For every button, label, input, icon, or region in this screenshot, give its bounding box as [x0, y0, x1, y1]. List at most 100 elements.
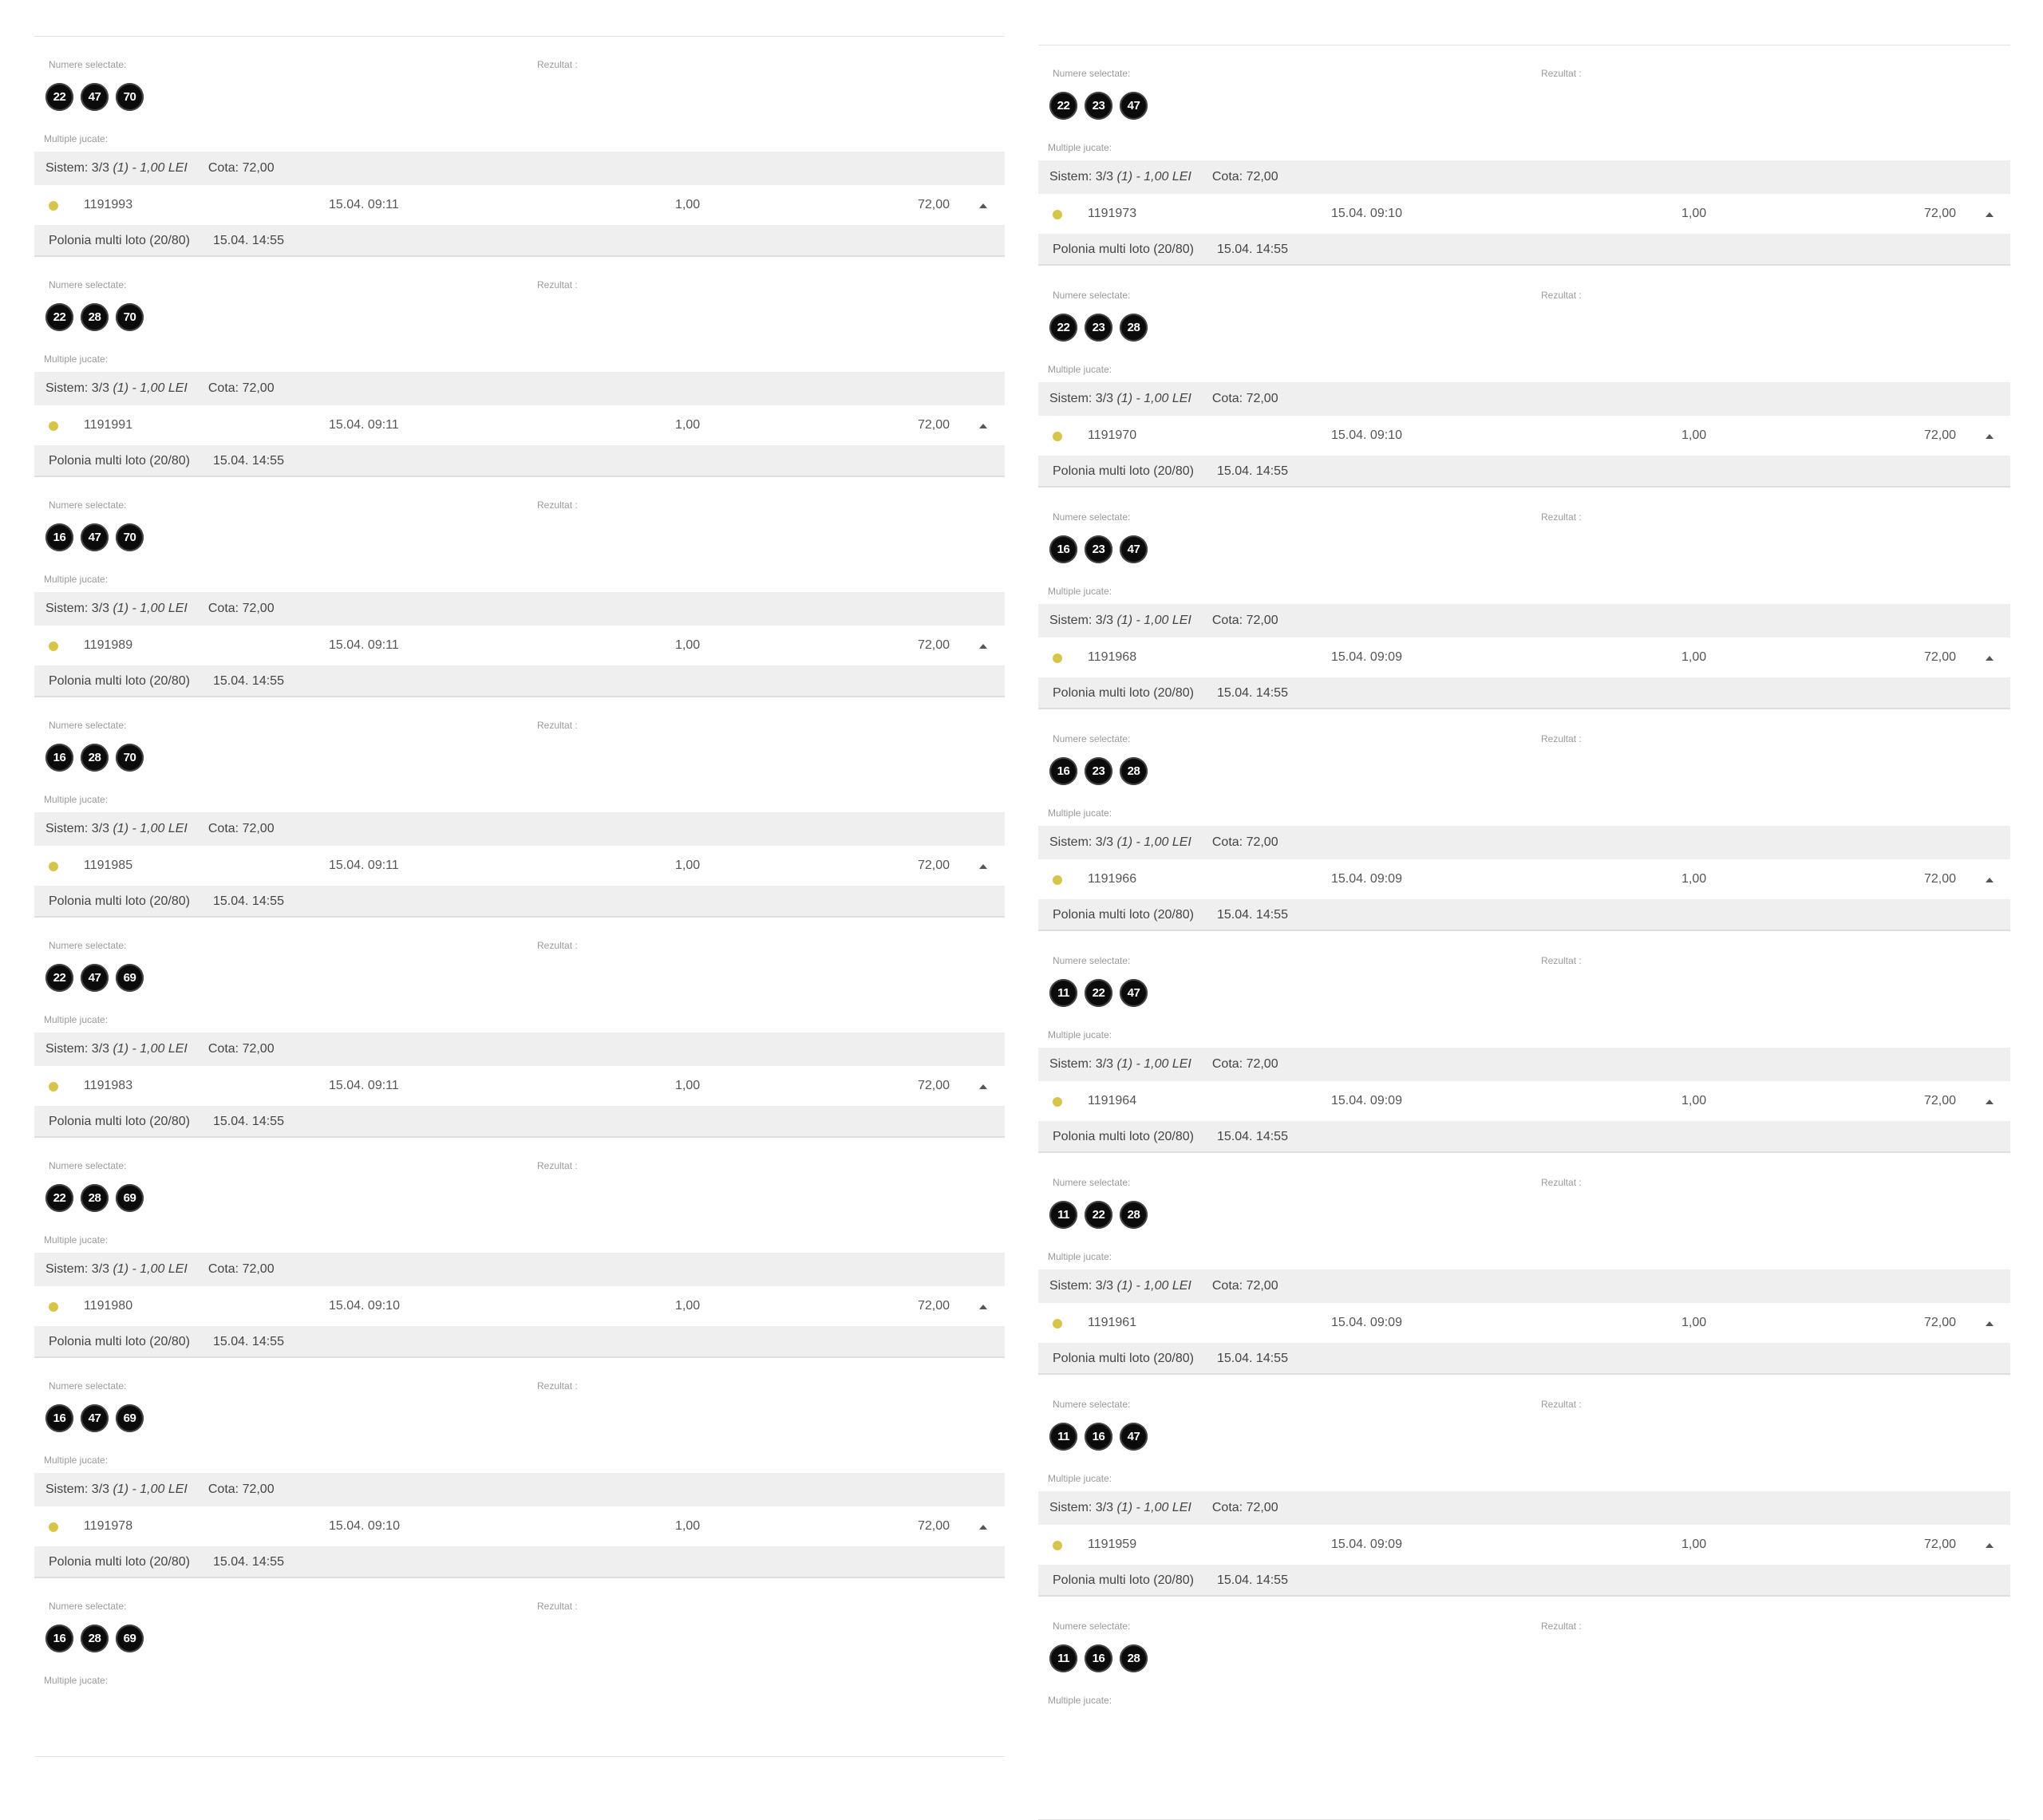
ticket-stake: 1,00: [675, 859, 701, 872]
game-date: 15.04. 14:55: [1217, 908, 1288, 922]
selected-numbers: 22 28 70: [45, 303, 144, 331]
ticket-info-row[interactable]: 1191973 15.04. 09:10 1,00 72,00: [1038, 195, 2010, 232]
selected-numbers: 22 28 69: [45, 1184, 144, 1212]
status-dot-icon: [1053, 210, 1062, 219]
system-info: Sistem: 3/3 (1) - 1,00 LEI: [1049, 1501, 1191, 1515]
collapse-arrow-icon[interactable]: [1986, 212, 1994, 217]
ticket-info-row[interactable]: 1191964 15.04. 09:09 1,00 72,00: [1038, 1083, 2010, 1119]
ticket-stake: 1,00: [1681, 1094, 1707, 1107]
cota-value: Cota: 72,00: [207, 381, 275, 395]
ticket-odds: 72,00: [1924, 1538, 1957, 1551]
selected-numbers-label: Numere selectate:: [1053, 733, 1131, 744]
collapse-arrow-icon[interactable]: [1986, 878, 1994, 882]
game-name: Polonia multi loto (20/80): [1053, 1573, 1194, 1587]
ticket-list: Numere selectate: Rezultat : 22 23 47 Mu…: [1038, 45, 2010, 1820]
system-type: Sistem: 3/3: [1049, 1501, 1114, 1514]
number-ball: 16: [1049, 535, 1077, 563]
ticket-stake: 1,00: [1681, 872, 1707, 886]
ticket-card: Numere selectate: Rezultat : 22 47 70 Mu…: [34, 37, 1005, 257]
number-ball: 70: [116, 83, 144, 111]
game-name: Polonia multi loto (20/80): [1053, 908, 1194, 922]
multiples-label: Multiple jucate:: [1048, 1473, 1112, 1484]
status-dot-icon: [49, 1522, 58, 1532]
ticket-info-row[interactable]: 1191968 15.04. 09:09 1,00 72,00: [1038, 639, 2010, 676]
selected-numbers: 22 23 47: [1049, 92, 1148, 120]
system-count: (1): [113, 161, 129, 175]
ticket-info-row[interactable]: 1191978 15.04. 09:10 1,00 72,00: [34, 1508, 1005, 1545]
number-ball: 16: [45, 523, 73, 551]
ticket-odds: 72,00: [918, 1079, 950, 1092]
cota-value: Cota: 72,00: [207, 822, 275, 835]
game-bar: Polonia multi loto (20/80) 15.04. 14:55: [34, 1326, 1005, 1358]
number-ball: 69: [116, 964, 144, 992]
status-dot-icon: [49, 201, 58, 211]
ticket-card: Numere selectate: Rezultat : 16 47 69 Mu…: [34, 1358, 1005, 1578]
multiples-label: Multiple jucate:: [1048, 586, 1112, 597]
ticket-info-row[interactable]: 1191983 15.04. 09:11 1,00 72,00: [34, 1068, 1005, 1104]
ticket-info-row[interactable]: 1191980 15.04. 09:10 1,00 72,00: [34, 1288, 1005, 1325]
selected-numbers-label: Numere selectate:: [1053, 290, 1131, 301]
game-date: 15.04. 14:55: [1217, 1573, 1288, 1587]
collapse-arrow-icon[interactable]: [979, 203, 987, 208]
system-bar: Sistem: 3/3 (1) - 1,00 LEI Cota: 72,00: [1038, 604, 2010, 638]
result-label: Rezultat :: [1541, 290, 1582, 301]
system-stake: - 1,00 LEI: [1136, 614, 1191, 627]
game-date: 15.04. 14:55: [1217, 464, 1288, 478]
ticket-info-row[interactable]: 1191985 15.04. 09:11 1,00 72,00: [34, 847, 1005, 884]
system-type: Sistem: 3/3: [45, 1042, 110, 1056]
game-name: Polonia multi loto (20/80): [49, 234, 190, 247]
system-stake: - 1,00 LEI: [1136, 1501, 1191, 1514]
game-name: Polonia multi loto (20/80): [1053, 464, 1194, 478]
collapse-arrow-icon[interactable]: [1986, 1321, 1994, 1326]
result-label: Rezultat :: [537, 279, 578, 290]
ticket-info-row[interactable]: 1191970 15.04. 09:10 1,00 72,00: [1038, 417, 2010, 454]
collapse-arrow-icon[interactable]: [1986, 434, 1994, 439]
ticket-stake: 1,00: [675, 1299, 701, 1313]
ticket-info-row[interactable]: 1191991 15.04. 09:11 1,00 72,00: [34, 407, 1005, 444]
ticket-id: 1191985: [84, 859, 133, 872]
collapse-arrow-icon[interactable]: [979, 1305, 987, 1309]
ticket-odds: 72,00: [918, 198, 950, 211]
collapse-arrow-icon[interactable]: [979, 644, 987, 649]
system-bar: Sistem: 3/3 (1) - 1,00 LEI Cota: 72,00: [1038, 382, 2010, 416]
selected-numbers-label: Numere selectate:: [49, 59, 127, 70]
system-info: Sistem: 3/3 (1) - 1,00 LEI: [1049, 614, 1191, 628]
ticket-id: 1191978: [84, 1519, 133, 1533]
ticket-info-row[interactable]: 1191961 15.04. 09:09 1,00 72,00: [1038, 1305, 2010, 1341]
ticket-stake: 1,00: [675, 1079, 701, 1092]
collapse-arrow-icon[interactable]: [979, 1525, 987, 1530]
ticket-card: Numere selectate: Rezultat : 11 16 47 Mu…: [1038, 1376, 2010, 1598]
ticket-info-row[interactable]: 1191959 15.04. 09:09 1,00 72,00: [1038, 1526, 2010, 1563]
ticket-id: 1191973: [1088, 207, 1137, 220]
system-type: Sistem: 3/3: [1049, 835, 1114, 849]
ticket-card: Numere selectate: Rezultat : 22 23 47 Mu…: [1038, 45, 2010, 267]
number-ball: 28: [1120, 1644, 1148, 1672]
collapse-arrow-icon[interactable]: [1986, 1543, 1994, 1548]
ticket-info-row[interactable]: 1191993 15.04. 09:11 1,00 72,00: [34, 187, 1005, 223]
game-name: Polonia multi loto (20/80): [49, 454, 190, 468]
result-label: Rezultat :: [537, 499, 578, 511]
number-ball: 23: [1085, 535, 1112, 563]
ticket-id: 1191991: [84, 418, 133, 432]
collapse-arrow-icon[interactable]: [1986, 1100, 1994, 1104]
result-label: Rezultat :: [1541, 1621, 1582, 1632]
selected-numbers: 16 23 47: [1049, 535, 1148, 563]
system-count: (1): [1116, 614, 1133, 627]
system-bar: Sistem: 3/3 (1) - 1,00 LEI Cota: 72,00: [34, 812, 1005, 846]
system-bar: Sistem: 3/3 (1) - 1,00 LEI Cota: 72,00: [34, 592, 1005, 626]
collapse-arrow-icon[interactable]: [979, 1084, 987, 1089]
multiples-label: Multiple jucate:: [44, 1675, 109, 1686]
result-label: Rezultat :: [1541, 733, 1582, 744]
game-name: Polonia multi loto (20/80): [1053, 1352, 1194, 1365]
ticket-id: 1191983: [84, 1079, 133, 1092]
ticket-info-row[interactable]: 1191989 15.04. 09:11 1,00 72,00: [34, 627, 1005, 664]
collapse-arrow-icon[interactable]: [979, 424, 987, 428]
ticket-info-row[interactable]: 1191966 15.04. 09:09 1,00 72,00: [1038, 861, 2010, 898]
ticket-stake: 1,00: [675, 1519, 701, 1533]
game-bar: Polonia multi loto (20/80) 15.04. 14:55: [34, 665, 1005, 697]
multiples-label: Multiple jucate:: [44, 794, 109, 805]
selected-numbers: 22 47 70: [45, 83, 144, 111]
collapse-arrow-icon[interactable]: [979, 864, 987, 869]
collapse-arrow-icon[interactable]: [1986, 656, 1994, 661]
system-type: Sistem: 3/3: [45, 381, 110, 395]
